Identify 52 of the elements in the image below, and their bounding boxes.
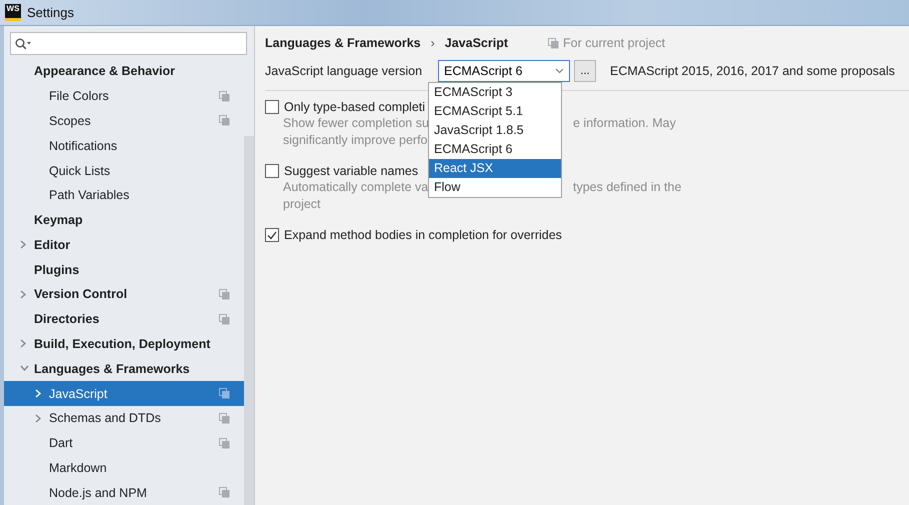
tree-item[interactable]: File Colors: [4, 84, 244, 109]
tree-item[interactable]: Build, Execution, Deployment: [4, 332, 244, 356]
window-title: Settings: [27, 5, 74, 20]
scrollbar[interactable]: [244, 136, 254, 505]
checkbox[interactable]: [265, 164, 279, 178]
field-label: JavaScript language version: [265, 64, 424, 78]
option-description: e information. May: [573, 116, 676, 132]
version-description: ECMAScript 2015, 2016, 2017 and some proposals: [610, 64, 895, 78]
checkbox-label[interactable]: Expand method bodies in completion for overrides: [284, 228, 562, 242]
chevron-right-icon[interactable]: [20, 339, 27, 348]
tree-item[interactable]: Editor: [4, 232, 244, 258]
search-field[interactable]: [10, 32, 247, 55]
chevron-right-icon[interactable]: [35, 414, 42, 423]
option-description: project: [283, 197, 322, 213]
tree-item[interactable]: Schemas and DTDs: [4, 406, 244, 431]
option-description: Automatically complete va: [283, 180, 430, 196]
tree-item[interactable]: Notifications: [4, 133, 244, 158]
breadcrumb-item: Languages & Frameworks: [265, 36, 421, 50]
option-description: significantly improve perfo: [283, 133, 429, 149]
language-version-dropdown[interactable]: ECMAScript 6: [438, 60, 570, 82]
checkbox-label[interactable]: Only type-based completi: [284, 100, 426, 114]
tree-item[interactable]: Directories: [4, 306, 244, 332]
tree-item[interactable]: Scopes: [4, 108, 244, 134]
tree-item[interactable]: Dart: [4, 430, 244, 456]
app-logo: WS: [5, 4, 21, 21]
chevron-right-icon[interactable]: [20, 240, 27, 250]
tree-item[interactable]: Languages & Frameworks: [4, 356, 244, 382]
checkbox-label[interactable]: Suggest variable names: [284, 164, 418, 178]
tree-item[interactable]: Version Control: [4, 282, 244, 307]
caret-icon: [555, 68, 564, 74]
checkbox[interactable]: [265, 228, 279, 242]
tree-item[interactable]: Keymap: [4, 208, 244, 232]
tree-item[interactable]: Path Variables: [4, 182, 244, 208]
breadcrumb-separator: ›: [430, 36, 435, 50]
checkmark-icon: [267, 230, 277, 240]
tree-item[interactable]: Plugins: [4, 257, 244, 282]
option-description: Show fewer completion su: [283, 116, 430, 132]
dropdown-option[interactable]: React JSX: [429, 159, 561, 178]
tree-item[interactable]: Node.js and NPM: [4, 480, 244, 505]
checkbox[interactable]: [265, 100, 279, 114]
search-icon: [15, 38, 31, 50]
breadcrumb-item: JavaScript: [444, 36, 508, 50]
scope-note: For current project: [563, 36, 666, 50]
more-button[interactable]: ...: [574, 60, 596, 82]
tree-item[interactable]: JavaScript: [4, 381, 244, 406]
chevron-right-icon[interactable]: [20, 290, 27, 299]
chevron-down-icon[interactable]: [20, 365, 29, 372]
tree-item[interactable]: Quick Lists: [4, 158, 244, 183]
copy-icon: [548, 38, 560, 48]
tree-item[interactable]: Appearance & Behavior: [4, 59, 244, 84]
tree-item[interactable]: Markdown: [4, 456, 244, 480]
option-description: types defined in the: [573, 180, 682, 196]
